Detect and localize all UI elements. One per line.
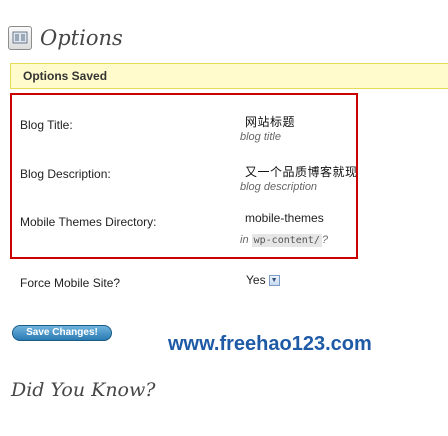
notice-text: Options Saved <box>23 69 108 83</box>
force-mobile-label: Force Mobile Site? <box>20 276 121 290</box>
watermark-text: www.freehao123.com <box>168 333 372 355</box>
force-mobile-select[interactable]: Yes ▼ <box>246 273 280 287</box>
settings-page-icon <box>8 26 32 50</box>
hint-suffix: ? <box>321 234 328 246</box>
hint-prefix: in <box>240 234 249 246</box>
blog-title-hint: blog title <box>240 131 281 143</box>
save-changes-button[interactable]: Save Changes! <box>12 325 112 341</box>
themes-directory-field[interactable]: mobile-themes <box>245 211 324 225</box>
options-saved-notice: Options Saved <box>10 63 448 89</box>
themes-directory-label: Mobile Themes Directory: <box>20 215 157 229</box>
page-title: Options <box>40 26 123 50</box>
blog-description-hint: blog description <box>240 181 318 193</box>
hint-code-path: wp-content/ <box>251 234 322 247</box>
blog-description-label: Blog Description: <box>20 167 111 181</box>
did-you-know-heading: Did You Know? <box>11 379 156 401</box>
blog-title-field[interactable]: 网站标题 <box>245 113 295 130</box>
force-mobile-value: Yes <box>246 273 266 287</box>
blog-title-label: Blog Title: <box>20 118 73 132</box>
blog-description-field[interactable]: 又一个品质博客就现 <box>245 163 358 180</box>
page-header: Options <box>8 22 123 54</box>
chevron-down-icon[interactable]: ▼ <box>268 274 280 286</box>
themes-directory-hint: in wp-content/? <box>240 234 328 247</box>
